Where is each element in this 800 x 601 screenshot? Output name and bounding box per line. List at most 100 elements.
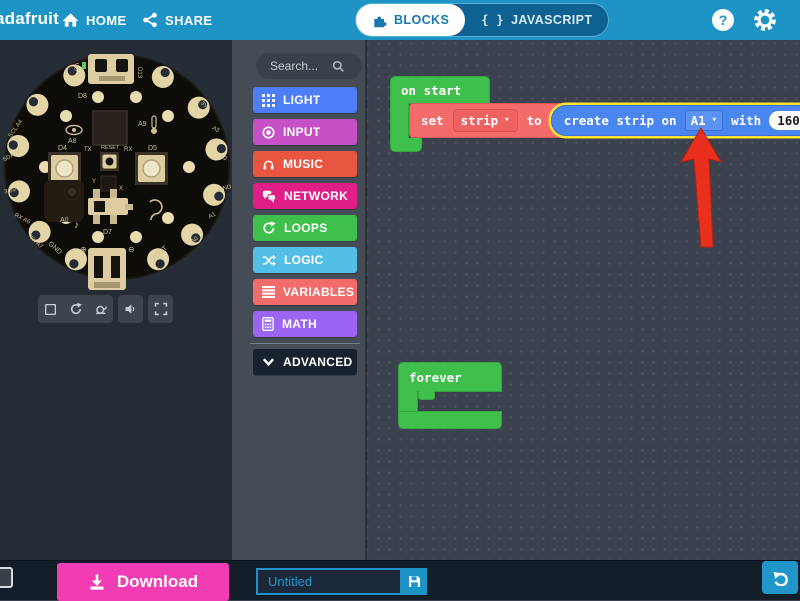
editor-tab-group: BLOCKS { } JAVASCRIPT	[356, 4, 608, 36]
variable-dropdown[interactable]: strip ▾	[453, 109, 518, 132]
category-advanced[interactable]: ADVANCED	[253, 349, 357, 375]
pixel-count-input[interactable]: 160	[769, 111, 800, 130]
help-button[interactable]: ?	[712, 9, 734, 31]
simulator-panel: On D13 D8 A8 A9 D4 D5 TX RESET RX	[0, 40, 232, 560]
toolbox-separator	[250, 343, 360, 344]
category-logic[interactable]: LOGIC	[253, 247, 357, 273]
question-icon: ?	[719, 12, 728, 28]
led-grid-icon	[262, 94, 275, 107]
category-label: INPUT	[283, 125, 321, 139]
home-button[interactable]: HOME	[62, 0, 127, 40]
download-label: Download	[117, 572, 198, 592]
pixel-count-value: 160	[777, 113, 800, 128]
board-label: A8	[68, 138, 77, 145]
block-toolbox: Search... LIGHT INPUT	[232, 40, 365, 560]
blocks-workspace[interactable]: on start set strip ▾ to create strip on …	[365, 40, 800, 560]
home-icon	[62, 12, 79, 28]
search-placeholder: Search...	[256, 59, 318, 73]
on-start-block-foot	[390, 138, 422, 152]
braces-icon: { }	[481, 13, 504, 27]
calculator-icon	[262, 317, 274, 331]
board-label: TX	[84, 147, 92, 153]
forever-block-notch	[418, 391, 435, 400]
stop-button[interactable]	[38, 295, 63, 323]
create-strip-label: create strip on	[564, 113, 677, 128]
category-network[interactable]: NETWORK	[253, 183, 357, 209]
category-input[interactable]: INPUT	[253, 119, 357, 145]
main-chip	[93, 111, 127, 145]
settings-button[interactable]	[752, 7, 778, 33]
tab-blocks[interactable]: BLOCKS	[356, 4, 465, 36]
tab-blocks-label: BLOCKS	[394, 13, 449, 27]
loop-icon	[262, 221, 276, 235]
category-music[interactable]: MUSIC	[253, 151, 357, 177]
music-note-glyph: ♪	[74, 220, 79, 231]
save-button[interactable]	[402, 568, 427, 595]
category-variables[interactable]: VARIABLES	[253, 279, 357, 305]
on-start-block-spine	[390, 103, 409, 139]
share-label: SHARE	[165, 13, 213, 28]
collapse-sim-button[interactable]	[0, 567, 13, 588]
gear-icon	[752, 7, 778, 33]
chevron-down-icon	[262, 357, 275, 367]
forever-block[interactable]: forever	[398, 362, 502, 392]
board-label: RESET	[101, 145, 120, 151]
undo-button[interactable]	[762, 561, 798, 594]
reset-button[interactable]	[100, 152, 119, 171]
category-label: VARIABLES	[283, 285, 354, 299]
category-loops[interactable]: LOOPS	[253, 215, 357, 241]
battery-connector	[88, 248, 126, 290]
forever-block-spine	[398, 391, 418, 412]
board-label: A0	[60, 217, 69, 224]
list-lines-icon	[262, 286, 275, 298]
search-input[interactable]: Search...	[256, 53, 362, 79]
fullscreen-icon-button[interactable]	[148, 295, 173, 323]
search-icon	[318, 60, 362, 73]
bottom-toolbar: Download	[0, 560, 800, 600]
slow-mo-button[interactable]	[88, 295, 113, 323]
category-label: NETWORK	[284, 189, 348, 203]
board-label: A9	[138, 121, 147, 128]
undo-icon	[772, 569, 789, 586]
top-menubar: adafruit HOME SHARE BLOCKS { } JAVASCRIP…	[0, 0, 800, 40]
board-label: D8	[78, 93, 87, 100]
board-label: RX	[124, 147, 132, 153]
download-button[interactable]: Download	[57, 563, 229, 601]
category-math[interactable]: MATH	[253, 311, 357, 337]
svg-text:Y: Y	[92, 179, 96, 185]
usb-connector	[88, 54, 134, 84]
power-led	[82, 62, 86, 69]
shuffle-icon	[262, 254, 276, 267]
category-light[interactable]: LIGHT	[253, 87, 357, 113]
board-label: On	[75, 63, 81, 71]
share-button[interactable]: SHARE	[142, 0, 213, 40]
chat-bubbles-icon	[262, 190, 276, 203]
puzzle-icon	[372, 13, 387, 28]
set-label: set	[421, 113, 444, 128]
record-icon	[262, 126, 275, 139]
tab-javascript[interactable]: { } JAVASCRIPT	[465, 4, 608, 36]
on-start-block[interactable]: on start	[390, 76, 490, 104]
share-icon	[142, 12, 158, 28]
category-label: ADVANCED	[283, 355, 353, 369]
category-label: LOGIC	[284, 253, 324, 267]
category-label: MUSIC	[283, 157, 323, 171]
tab-javascript-label: JAVASCRIPT	[511, 13, 592, 27]
board-label: D4	[58, 145, 67, 152]
forever-block-foot	[398, 411, 502, 429]
on-start-label: on start	[401, 83, 461, 98]
restart-button[interactable]	[63, 295, 88, 323]
board-label: ⊖	[128, 245, 135, 254]
button-b[interactable]	[135, 152, 168, 185]
variable-name: strip	[461, 113, 499, 128]
forever-label: forever	[409, 370, 462, 385]
simulator-controls	[38, 295, 173, 323]
project-name-input[interactable]	[256, 568, 402, 595]
board-label: D7	[103, 229, 112, 236]
download-icon	[88, 573, 106, 591]
save-icon	[407, 574, 422, 589]
board-label: D5	[148, 145, 157, 152]
mute-button[interactable]	[118, 295, 143, 323]
svg-text:X: X	[119, 186, 123, 192]
headphones-icon	[262, 158, 275, 171]
